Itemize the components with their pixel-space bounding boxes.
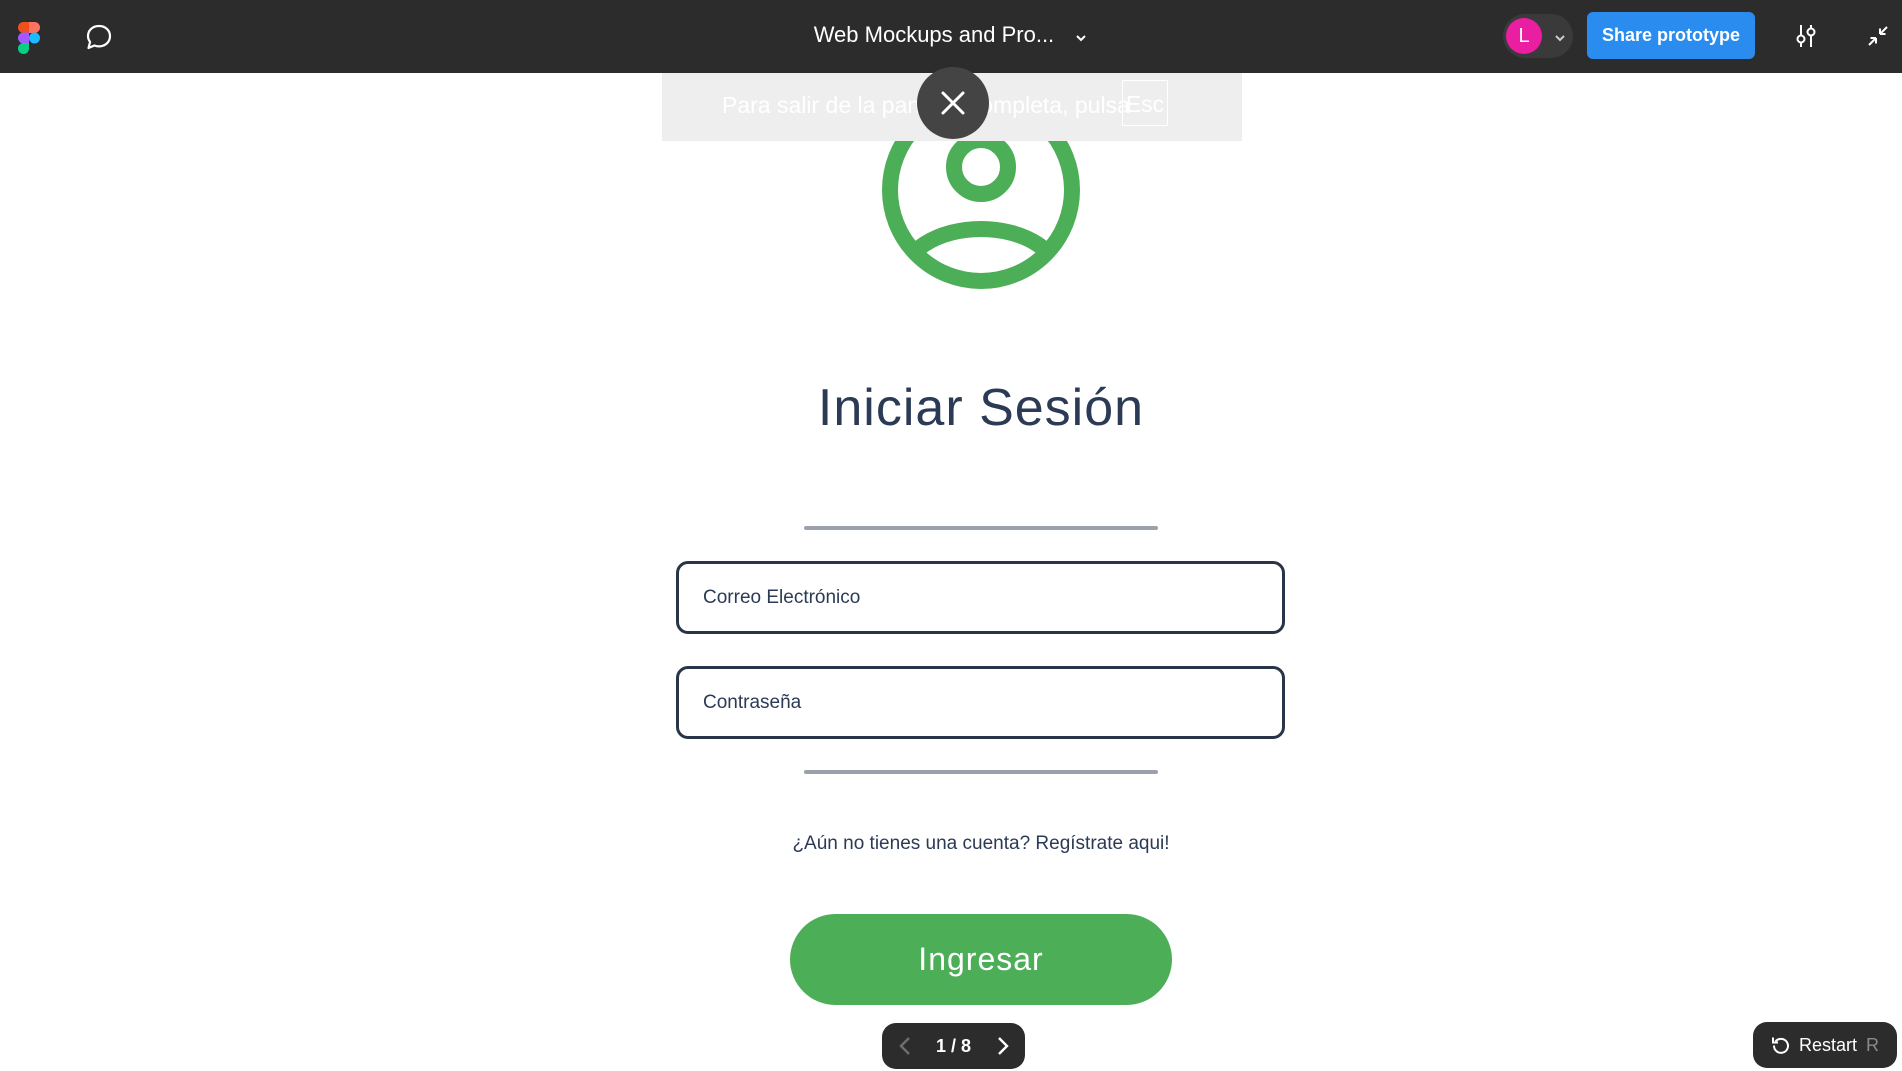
frame-pager: 1 / 8 (882, 1023, 1025, 1069)
chevron-down-icon[interactable] (1074, 23, 1088, 49)
figma-logo-icon[interactable] (18, 22, 40, 54)
comment-icon[interactable] (80, 18, 118, 56)
exit-fullscreen-icon[interactable] (1862, 20, 1894, 52)
prototype-toolbar: Web Mockups and Pro... L Share prototype (0, 0, 1902, 73)
email-field[interactable]: Correo Electrónico (676, 561, 1285, 634)
close-icon[interactable] (917, 67, 989, 139)
share-prototype-button[interactable]: Share prototype (1587, 12, 1755, 59)
esc-key-hint: Esc (1122, 80, 1168, 126)
restart-icon (1771, 1035, 1791, 1055)
restart-label: Restart (1799, 1035, 1858, 1055)
register-link[interactable]: ¿Aún no tienes una cuenta? Regístrate aq… (0, 833, 1902, 855)
file-title[interactable]: Web Mockups and Pro... (814, 22, 1055, 47)
divider (804, 526, 1158, 530)
avatar: L (1506, 18, 1542, 54)
password-field[interactable]: Contraseña (676, 666, 1285, 739)
settings-sliders-icon[interactable] (1790, 20, 1822, 52)
divider (804, 770, 1158, 774)
chevron-right-icon[interactable] (990, 1034, 1014, 1058)
login-submit-button[interactable]: Ingresar (790, 914, 1172, 1005)
chevron-down-icon (1553, 30, 1567, 48)
page-title: Iniciar Sesión (817, 379, 1145, 437)
user-menu[interactable]: L (1503, 14, 1573, 58)
restart-button[interactable]: Restart R (1753, 1022, 1897, 1068)
restart-shortcut-hint: R (1866, 1035, 1879, 1055)
